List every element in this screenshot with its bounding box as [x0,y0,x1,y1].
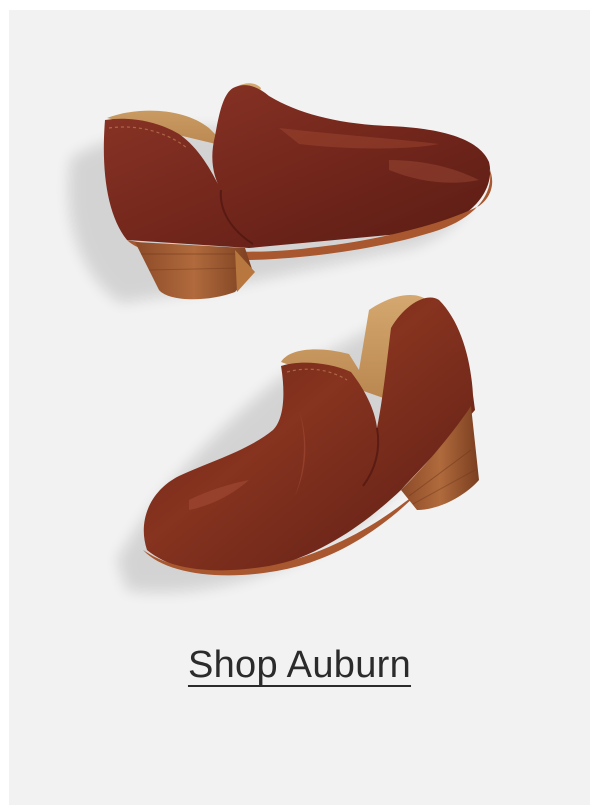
shop-auburn-link[interactable]: Shop Auburn [9,644,590,687]
promo-card[interactable]: Shop Auburn [9,10,590,805]
top-boot [68,83,493,303]
bottom-boot [117,295,479,593]
ankle-boots-image[interactable] [9,10,590,610]
